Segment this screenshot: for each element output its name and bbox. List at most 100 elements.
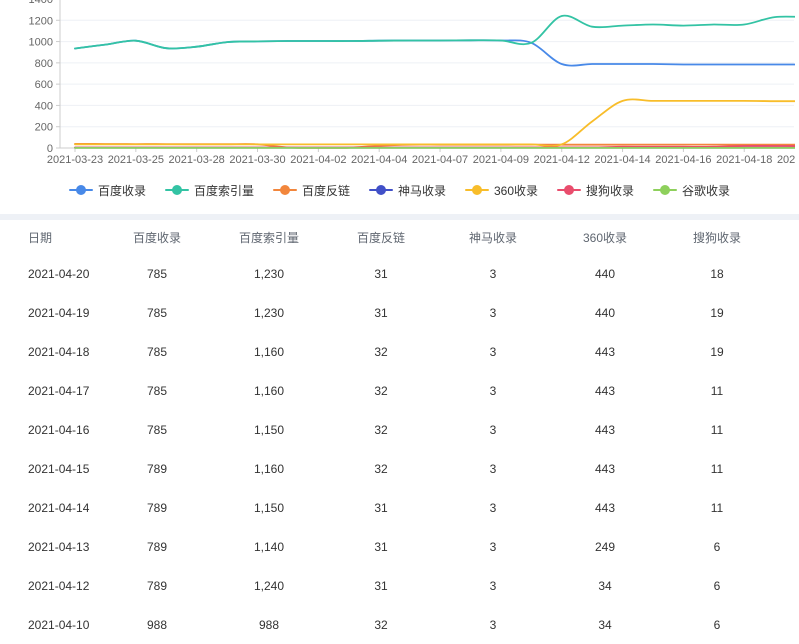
value-cell: 32	[325, 410, 437, 449]
value-cell: 443	[549, 410, 661, 449]
y-axis-label: 400	[35, 100, 53, 112]
value-cell: 3	[437, 410, 549, 449]
legend-label: 360收录	[494, 182, 538, 199]
value-cell: 11	[661, 410, 773, 449]
legend-marker-icon	[69, 185, 93, 195]
value-cell: 1,160	[213, 449, 325, 488]
y-axis-label: 1000	[29, 37, 53, 49]
legend-item[interactable]: 神马收录	[369, 182, 446, 199]
legend-item[interactable]: 百度反链	[273, 182, 350, 199]
value-cell: 785	[101, 371, 213, 410]
value-cell: 789	[101, 488, 213, 527]
value-cell: 1	[773, 527, 799, 566]
legend-item[interactable]: 搜狗收录	[557, 182, 634, 199]
y-axis-label: 600	[35, 79, 53, 91]
series-line-360收录	[75, 99, 795, 146]
value-cell: 3	[437, 371, 549, 410]
date-cell: 2021-04-19	[0, 293, 101, 332]
date-cell: 2021-04-12	[0, 566, 101, 605]
value-cell: 31	[325, 293, 437, 332]
legend-marker-icon	[165, 185, 189, 195]
y-axis-label: 1400	[29, 0, 53, 6]
value-cell: 3	[437, 293, 549, 332]
legend-label: 百度索引量	[194, 182, 254, 199]
value-cell: 1	[773, 605, 799, 644]
legend-marker-icon	[653, 185, 677, 195]
value-cell: 19	[661, 293, 773, 332]
value-cell: 1,230	[213, 293, 325, 332]
value-cell: 785	[101, 293, 213, 332]
x-axis-label: 2021-03-25	[108, 154, 164, 166]
value-cell: 1	[773, 410, 799, 449]
y-axis-label: 800	[35, 58, 53, 70]
value-cell: 3	[437, 449, 549, 488]
value-cell: 3	[437, 254, 549, 293]
value-cell: 3	[437, 332, 549, 371]
x-axis-label: 2021-03-28	[169, 154, 225, 166]
value-cell: 443	[549, 332, 661, 371]
value-cell: 1	[773, 449, 799, 488]
x-axis-label: 2021-04-09	[473, 154, 529, 166]
x-axis-label: 2021-04-14	[594, 154, 650, 166]
value-cell: 1,230	[213, 254, 325, 293]
legend-item[interactable]: 360收录	[465, 182, 538, 199]
x-axis-label: 2021-03-30	[229, 154, 285, 166]
legend-item[interactable]: 百度收录	[69, 182, 146, 199]
collection-data-table-section: 日期百度收录百度索引量百度反链神马收录360收录搜狗收录谷歌收录 2021-04…	[0, 220, 799, 644]
value-cell: 1,240	[213, 566, 325, 605]
value-cell: 1,160	[213, 332, 325, 371]
column-header: 360收录	[549, 220, 661, 254]
value-cell: 6	[661, 566, 773, 605]
date-cell: 2021-04-15	[0, 449, 101, 488]
value-cell: 443	[549, 449, 661, 488]
value-cell: 31	[325, 254, 437, 293]
value-cell: 1,150	[213, 410, 325, 449]
column-header: 百度收录	[101, 220, 213, 254]
x-axis-label: 2021-04-04	[351, 154, 407, 166]
column-header: 谷歌收录	[773, 220, 799, 254]
column-header: 神马收录	[437, 220, 549, 254]
chart-legend: 百度收录 百度索引量 百度反链 神马收录 360收录 搜狗收录 谷歌收录	[0, 180, 799, 200]
table-row: 2021-04-187851,160323443191	[0, 332, 799, 371]
value-cell: 789	[101, 566, 213, 605]
column-header: 搜狗收录	[661, 220, 773, 254]
table-row: 2021-04-137891,14031324961	[0, 527, 799, 566]
value-cell: 249	[549, 527, 661, 566]
value-cell: 3	[437, 605, 549, 644]
value-cell: 19	[661, 332, 773, 371]
legend-item[interactable]: 百度索引量	[165, 182, 254, 199]
column-header: 百度反链	[325, 220, 437, 254]
x-axis-label: 2021-04-12	[534, 154, 590, 166]
date-cell: 2021-04-10	[0, 605, 101, 644]
collection-data-table: 日期百度收录百度索引量百度反链神马收录360收录搜狗收录谷歌收录 2021-04…	[0, 220, 799, 644]
collection-trend-chart-section: 02004006008001000120014002021-03-232021-…	[0, 0, 799, 200]
column-header: 百度索引量	[213, 220, 325, 254]
value-cell: 1,160	[213, 371, 325, 410]
value-cell: 1	[773, 566, 799, 605]
value-cell: 1	[773, 332, 799, 371]
value-cell: 785	[101, 332, 213, 371]
value-cell: 18	[661, 254, 773, 293]
x-axis-label: 2021-04-02	[290, 154, 346, 166]
value-cell: 31	[325, 527, 437, 566]
series-line-百度收录	[75, 40, 795, 65]
x-axis-label: 2021-04-18	[716, 154, 772, 166]
date-cell: 2021-04-18	[0, 332, 101, 371]
value-cell: 34	[549, 605, 661, 644]
legend-item[interactable]: 谷歌收录	[653, 182, 730, 199]
value-cell: 11	[661, 449, 773, 488]
legend-label: 百度收录	[98, 182, 146, 199]
value-cell: 988	[213, 605, 325, 644]
x-axis-label: 2021-03-23	[47, 154, 103, 166]
x-axis-label: 2021-04-16	[655, 154, 711, 166]
value-cell: 443	[549, 488, 661, 527]
table-row: 2021-04-147891,150313443111	[0, 488, 799, 527]
table-row: 2021-04-197851,230313440191	[0, 293, 799, 332]
x-axis-label: 2021-04-07	[412, 154, 468, 166]
value-cell: 32	[325, 371, 437, 410]
value-cell: 1	[773, 488, 799, 527]
line-chart: 02004006008001000120014002021-03-232021-…	[0, 0, 795, 168]
value-cell: 32	[325, 449, 437, 488]
value-cell: 440	[549, 254, 661, 293]
table-row: 2021-04-157891,160323443111	[0, 449, 799, 488]
